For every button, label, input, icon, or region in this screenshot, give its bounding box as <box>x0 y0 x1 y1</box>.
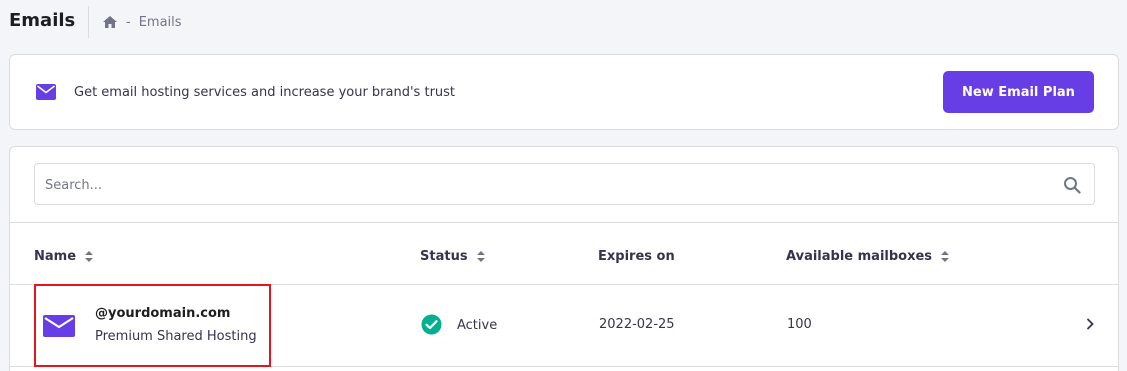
column-expires-header: Expires on <box>598 249 675 264</box>
promo-text: Get email hosting services and increase … <box>74 85 456 100</box>
email-domain[interactable]: @yourdomain.com <box>95 306 230 321</box>
column-mailboxes-header[interactable]: Available mailboxes <box>786 249 950 264</box>
column-mailboxes-label: Available mailboxes <box>786 249 933 264</box>
breadcrumb: - Emails <box>102 14 182 30</box>
home-icon[interactable] <box>102 14 118 30</box>
search-input[interactable] <box>45 175 1005 195</box>
email-list-card: Name Status Expires on Available mailbox… <box>9 146 1119 371</box>
mail-icon <box>43 315 75 337</box>
column-name-header[interactable]: Name <box>34 249 94 264</box>
breadcrumb-current: Emails <box>138 14 182 30</box>
search-box[interactable] <box>34 163 1095 205</box>
breadcrumb-separator: - <box>126 14 131 30</box>
column-status-label: Status <box>420 249 468 264</box>
sort-icon[interactable] <box>476 251 485 262</box>
table-header: Name Status Expires on Available mailbox… <box>10 222 1118 285</box>
expires-date: 2022-02-25 <box>599 317 675 332</box>
mail-icon <box>36 84 56 100</box>
check-circle-icon <box>421 314 442 335</box>
column-expires-label: Expires on <box>598 249 675 264</box>
search-icon[interactable] <box>1063 176 1081 194</box>
table-row[interactable]: @yourdomain.com Premium Shared Hosting A… <box>10 284 1118 367</box>
email-promo-card: Get email hosting services and increase … <box>9 54 1119 130</box>
available-mailboxes: 100 <box>787 317 812 332</box>
sort-icon[interactable] <box>941 251 950 262</box>
status-text: Active <box>457 318 498 333</box>
hosting-plan: Premium Shared Hosting <box>95 329 257 344</box>
page-title: Emails <box>9 10 76 31</box>
sort-icon[interactable] <box>85 251 94 262</box>
column-status-header[interactable]: Status <box>420 249 485 264</box>
header-divider <box>88 6 89 38</box>
page-header: Emails - Emails <box>0 0 1127 46</box>
new-email-plan-button[interactable]: New Email Plan <box>943 71 1094 113</box>
chevron-right-icon[interactable] <box>1083 317 1097 331</box>
column-name-label: Name <box>34 249 77 264</box>
